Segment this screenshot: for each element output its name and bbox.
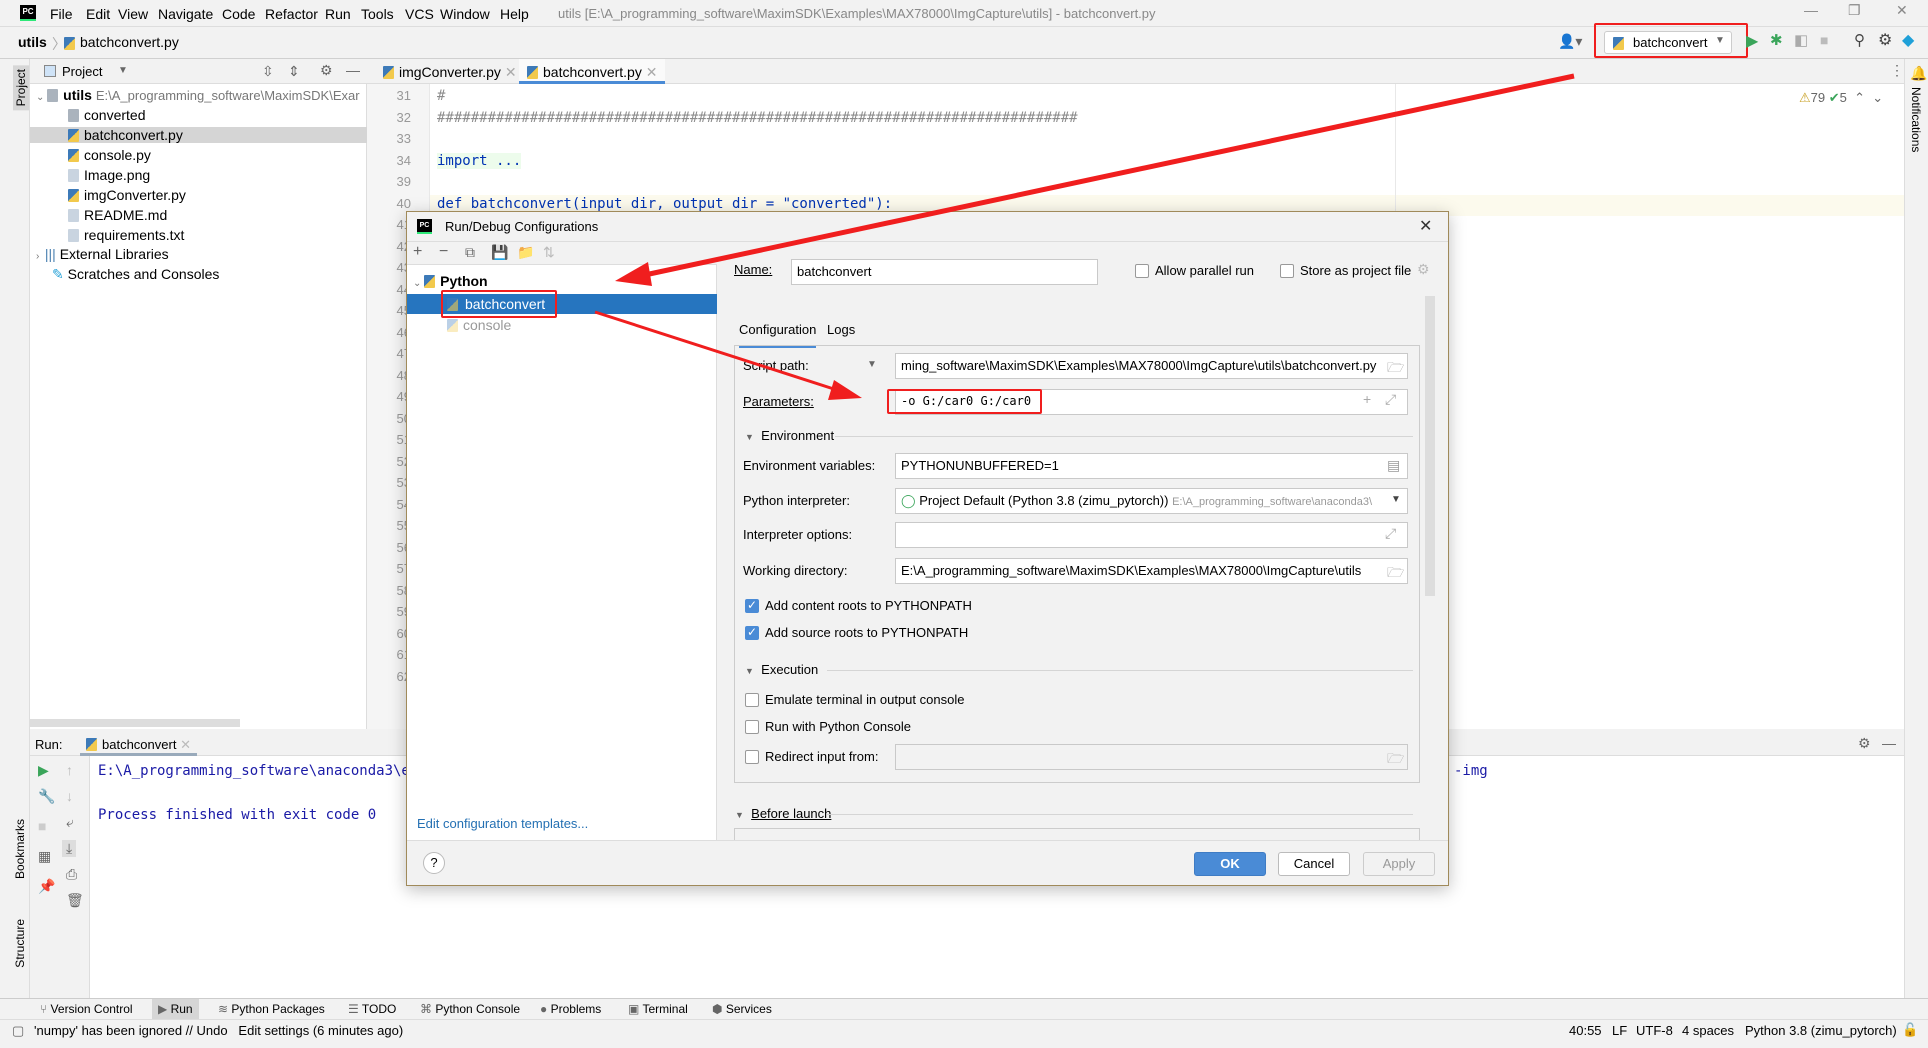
annotation-arrow-line (594, 310, 841, 393)
annotation-arrowhead (615, 262, 652, 286)
annotation-arrows (594, 73, 1575, 400)
annotation-arrow-line (639, 73, 1575, 279)
annotation-arrowhead (828, 380, 862, 400)
